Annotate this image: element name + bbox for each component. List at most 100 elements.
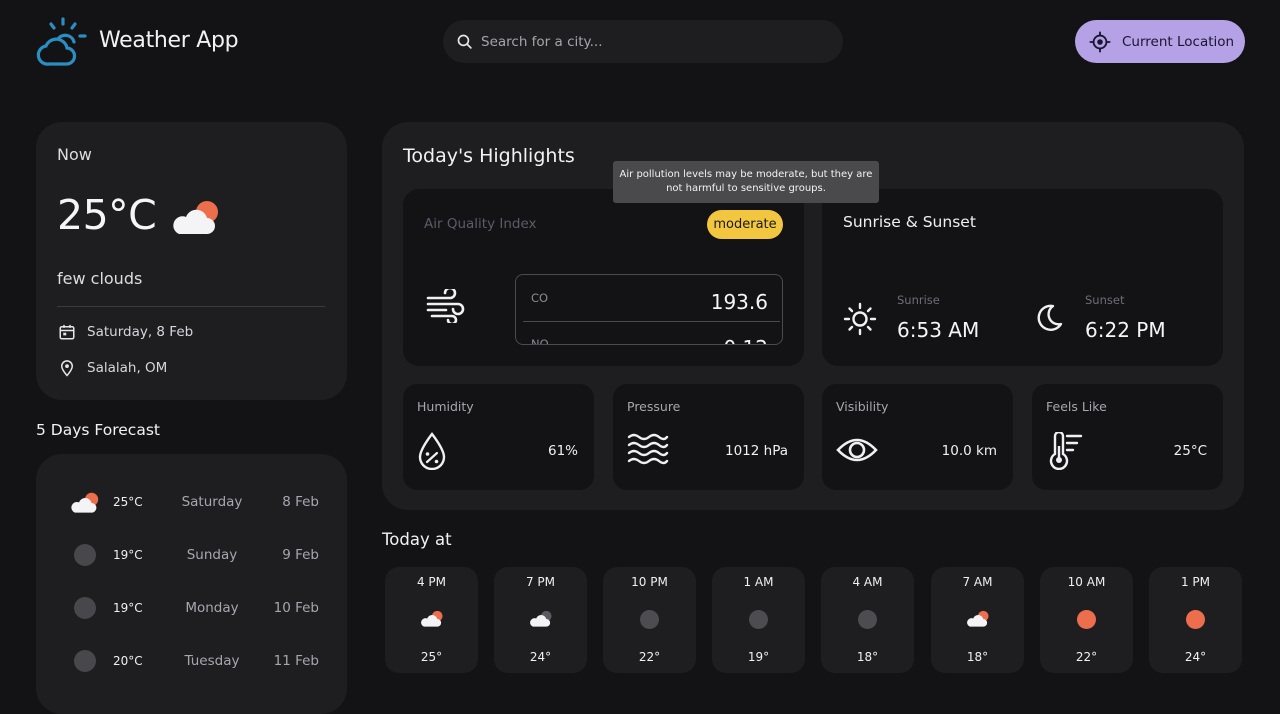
hourly-card: 4 AM 18° [821,567,914,673]
sunset-label: Sunset [1085,293,1125,307]
pressure-card: Pressure 1012 hPa [613,384,804,490]
hour-time: 4 AM [852,575,883,589]
hour-time: 7 AM [962,575,993,589]
forecast-date: 8 Feb [282,494,319,510]
forecast-day: Tuesday [184,653,240,669]
forecast-row: 25°C Saturday 8 Feb [36,488,347,518]
forecast-day: Monday [185,600,239,616]
hour-temp: 22° [1075,650,1098,664]
forecast-date: 11 Feb [273,653,319,669]
pollutant-scroll-list[interactable]: CO 193.6 NO 0.12 [515,274,783,345]
current-date: Saturday, 8 Feb [87,324,194,340]
pressure-value: 1012 hPa [724,443,788,459]
divider [57,306,325,307]
forecast-date: 10 Feb [273,600,319,616]
few-clouds-day-icon [70,492,100,518]
grey-circle-icon [603,610,696,629]
app-logo-icon [36,16,90,68]
no-label: NO [531,337,549,345]
hourly-card: 7 PM 24° [494,567,587,673]
feels-like-value: 25°C [1173,443,1207,459]
few-clouds-day-icon [171,200,221,240]
hour-temp: 19° [747,650,770,664]
weather-description: few clouds [57,269,143,288]
hourly-card: 10 AM 22° [1040,567,1133,673]
current-location-button[interactable]: Current Location [1075,20,1245,63]
aqi-tooltip: Air pollution levels may be moderate, bu… [613,161,879,203]
hour-temp: 24° [529,650,552,664]
sun-dot-icon [1040,610,1133,629]
search-bar[interactable] [443,20,843,63]
hour-time: 7 PM [525,575,556,589]
forecast-card: 25°C Saturday 8 Feb 19°C Sunday 9 Feb 19… [36,454,347,714]
hour-time: 4 PM [416,575,447,589]
sunrise-sunset-title: Sunrise & Sunset [843,213,976,231]
sunrise-time: 6:53 AM [897,318,980,342]
moon-icon [1033,302,1065,338]
hour-time: 10 PM [631,575,668,589]
divider [523,321,780,322]
grey-circle-icon [74,544,96,566]
grey-circle-icon [74,597,96,619]
hour-temp: 22° [638,650,661,664]
aqi-status-badge[interactable]: moderate [707,210,783,239]
humidity-value: 61% [547,443,578,459]
current-location: Salalah, OM [87,360,168,376]
hourly-card: 7 AM 18° [931,567,1024,673]
air-quality-card: Air Quality Index moderate CO 193.6 NO 0… [403,189,804,366]
app-title: Weather App [99,28,239,53]
sunrise-label: Sunrise [897,293,940,307]
forecast-row: 20°C Tuesday 11 Feb [36,647,347,677]
forecast-temp: 25°C [113,495,143,509]
wind-icon [426,286,466,327]
visibility-card: Visibility 10.0 km [822,384,1013,490]
eye-icon [836,432,878,472]
hour-time: 1 AM [743,575,774,589]
humidity-label: Humidity [417,399,474,414]
forecast-row: 19°C Sunday 9 Feb [36,541,347,571]
feels-like-card: Feels Like 25°C [1032,384,1223,490]
forecast-date: 9 Feb [282,547,319,563]
sun-icon [843,302,877,340]
forecast-row: 19°C Monday 10 Feb [36,594,347,624]
visibility-label: Visibility [836,399,889,414]
co-label: CO [531,291,549,305]
humidity-drop-icon [417,432,447,474]
hour-temp: 24° [1184,650,1207,664]
crosshair-icon [1089,30,1111,53]
search-input[interactable] [481,33,811,50]
hour-temp: 18° [966,650,989,664]
sun-dot-icon [1149,610,1242,629]
search-icon [457,34,472,49]
forecast-temp: 19°C [113,601,143,615]
pressure-waves-icon [627,432,669,472]
forecast-title: 5 Days Forecast [36,421,160,439]
few-clouds-day-icon [385,610,478,628]
visibility-value: 10.0 km [941,443,997,459]
hourly-card: 1 AM 19° [712,567,805,673]
few-clouds-night-icon [494,610,587,628]
forecast-day: Saturday [181,494,243,510]
hourly-card: 1 PM 24° [1149,567,1242,673]
aqi-label: Air Quality Index [424,216,537,232]
hour-time: 1 PM [1180,575,1211,589]
today-at-title: Today at [382,530,452,549]
grey-circle-icon [821,610,914,629]
current-weather-card: Now 25°C few clouds Saturday, 8 Feb Sala… [36,122,347,400]
location-pin-icon [58,359,76,381]
forecast-temp: 20°C [113,654,143,668]
current-temperature: 25°C [57,191,157,239]
forecast-day: Sunday [186,547,238,563]
hourly-card: 10 PM 22° [603,567,696,673]
sunset-time: 6:22 PM [1085,318,1166,342]
hour-temp: 25° [420,650,443,664]
few-clouds-day-icon [931,610,1024,628]
pressure-label: Pressure [627,399,681,414]
thermometer-icon [1046,430,1086,474]
highlights-title: Today's Highlights [403,145,575,167]
current-location-label: Current Location [1122,33,1235,50]
now-label: Now [57,145,92,164]
forecast-temp: 19°C [113,548,143,562]
hour-time: 10 AM [1067,575,1106,589]
grey-circle-icon [712,610,805,629]
